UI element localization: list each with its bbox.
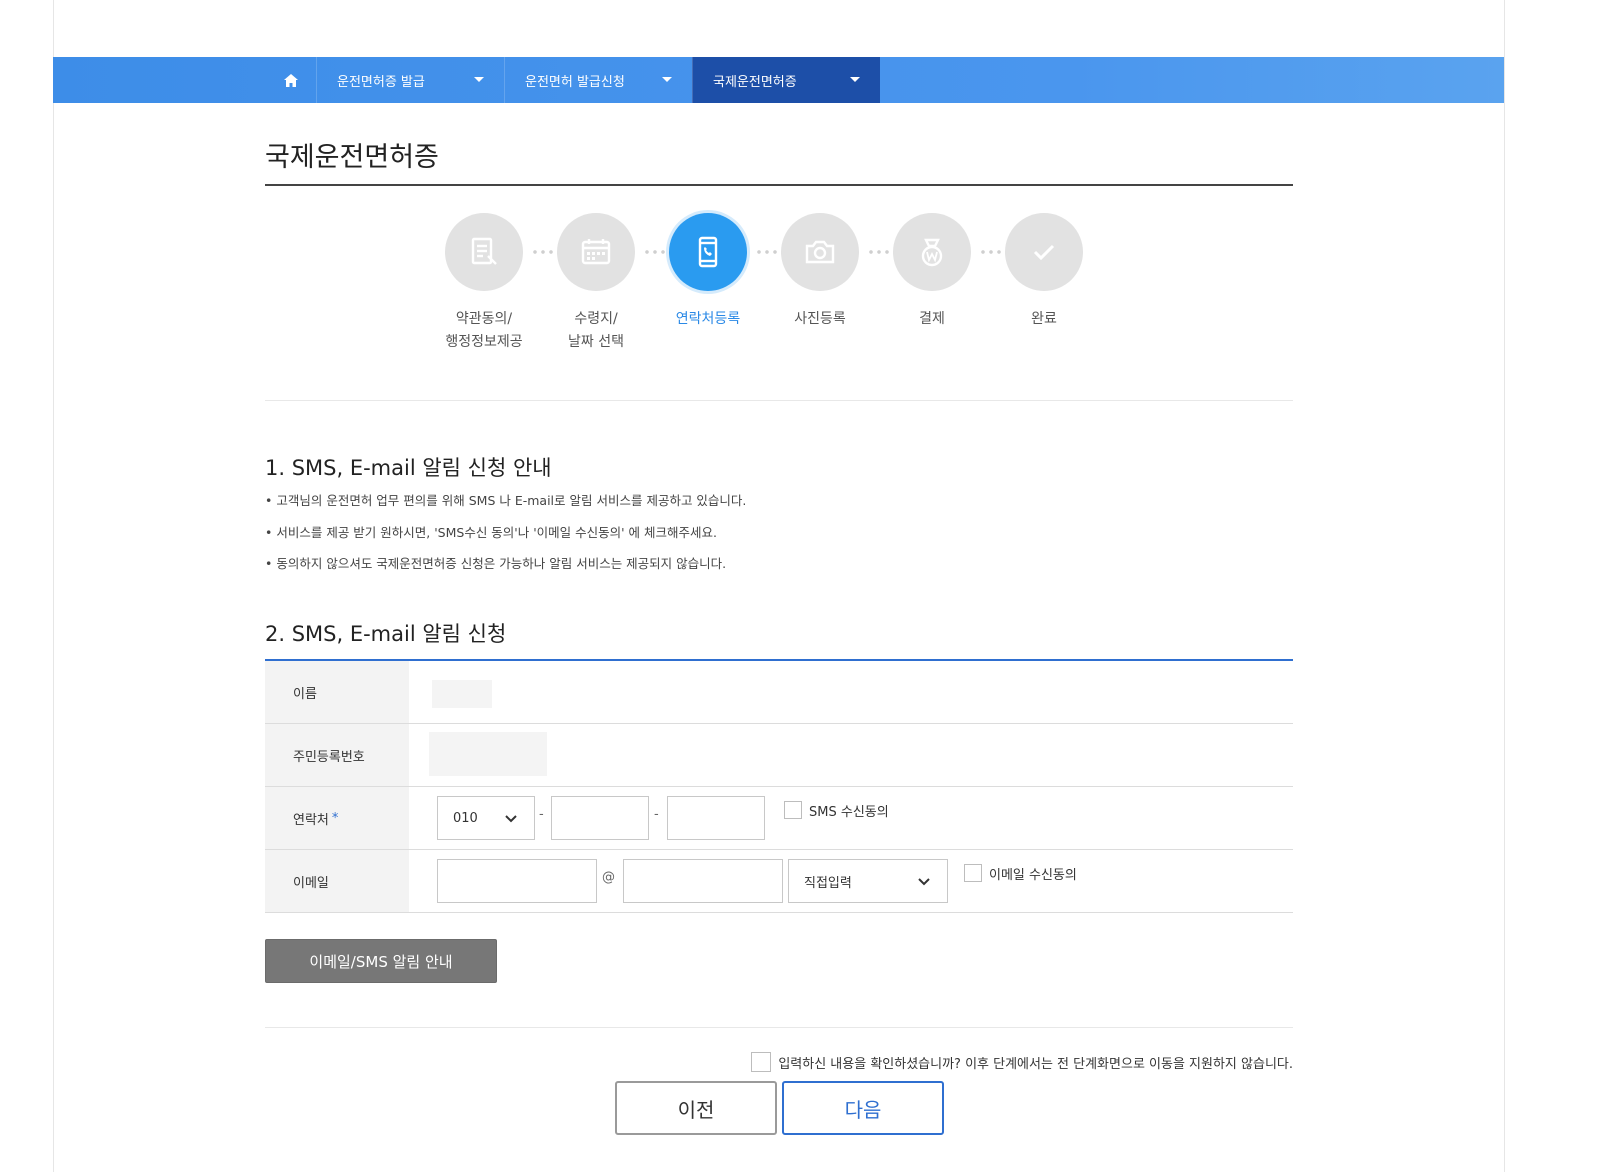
rrn-value-masked <box>429 732 547 776</box>
email-consent-checkbox[interactable]: 이메일 수신동의 <box>964 864 1077 883</box>
chevron-down-icon <box>505 815 517 823</box>
step-payment: 결제 <box>877 213 987 331</box>
step-label: 결제 <box>919 311 945 327</box>
email-id-input[interactable] <box>437 859 597 903</box>
step-pickup: 수령지/날짜 선택 <box>541 213 651 354</box>
nav-item-issue-application[interactable]: 운전면허 발급신청 <box>504 57 692 103</box>
at-sign: @ <box>602 870 615 885</box>
dash-separator: - <box>539 807 544 822</box>
step-complete: 완료 <box>989 213 1099 331</box>
caret-down-icon <box>850 77 860 82</box>
nav-item-license-issue[interactable]: 운전면허증 발급 <box>316 57 504 103</box>
step-circle <box>893 213 971 291</box>
notification-form-table: 이름 주민등록번호 연락처 * 010 - - SMS 수신동의 이메일 @ 직… <box>265 659 1293 913</box>
table-row-name: 이름 <box>265 661 1293 724</box>
step-terms: 약관동의/행정정보제공 <box>429 213 539 354</box>
title-divider <box>265 184 1293 186</box>
section-title-application: 2. SMS, E-mail 알림 신청 <box>265 622 507 646</box>
step-label: 연락처등록 <box>675 311 741 327</box>
required-mark: * <box>331 810 339 826</box>
nav-item-international-license[interactable]: 국제운전면허증 <box>692 57 880 103</box>
phone-middle-input[interactable] <box>551 796 649 840</box>
step-contact: 연락처등록 <box>653 213 763 331</box>
breadcrumb-nav: 운전면허증 발급 운전면허 발급신청 국제운전면허증 <box>53 57 1504 103</box>
phone-label: 연락처 * <box>265 787 409 849</box>
calendar-icon <box>581 239 611 265</box>
section-title-notice: 1. SMS, E-mail 알림 신청 안내 <box>265 456 552 480</box>
checkbox-box[interactable] <box>784 801 802 819</box>
caret-down-icon <box>662 77 672 82</box>
payment-icon <box>921 238 943 267</box>
confirm-label: 입력하신 내용을 확인하셨습니까? 이후 단계에서는 전 단계화면으로 이동을 … <box>778 1056 1293 1072</box>
email-sms-guide-button[interactable]: 이메일/SMS 알림 안내 <box>265 939 497 983</box>
sms-consent-checkbox[interactable]: SMS 수신동의 <box>784 801 889 820</box>
sms-consent-label: SMS 수신동의 <box>809 805 889 820</box>
step-photo: 사진등록 <box>765 213 875 331</box>
checkbox-box[interactable] <box>751 1052 772 1072</box>
email-label: 이메일 <box>265 850 409 912</box>
step-circle <box>781 213 859 291</box>
step-label: 사진등록 <box>794 311 846 327</box>
step-circle <box>445 213 523 291</box>
footer-divider <box>265 1027 1293 1028</box>
phone-prefix-select[interactable]: 010 <box>437 796 535 840</box>
chevron-down-icon <box>918 878 930 886</box>
confirm-checkbox[interactable]: 입력하신 내용을 확인하셨습니까? 이후 단계에서는 전 단계화면으로 이동을 … <box>751 1052 1293 1072</box>
step-label: 완료 <box>1031 311 1057 327</box>
home-button[interactable] <box>266 57 316 103</box>
step-circle <box>1005 213 1083 291</box>
table-row-email: 이메일 @ 직접입력 이메일 수신동의 <box>265 850 1293 913</box>
page-title: 국제운전면허증 <box>265 142 439 173</box>
step-circle-active <box>669 213 747 291</box>
table-row-phone: 연락처 * 010 - - SMS 수신동의 <box>265 787 1293 850</box>
rrn-label: 주민등록번호 <box>265 724 409 786</box>
prev-button[interactable]: 이전 <box>615 1081 777 1135</box>
nav-item-label: 운전면허 발급신청 <box>525 74 625 90</box>
progress-stepper: 약관동의/행정정보제공 수령지/날짜 선택 연락처등록 사진등록 결제 완료 <box>445 213 1110 363</box>
page-frame-right <box>1504 0 1505 1172</box>
nav-item-label: 운전면허증 발급 <box>337 74 425 90</box>
document-icon <box>471 237 497 265</box>
table-row-rrn: 주민등록번호 <box>265 724 1293 787</box>
name-label: 이름 <box>265 661 409 723</box>
section-divider <box>265 400 1293 401</box>
step-label: 약관동의/행정정보제공 <box>445 311 523 350</box>
step-label: 수령지/날짜 선택 <box>568 311 624 350</box>
next-button[interactable]: 다음 <box>782 1081 944 1135</box>
name-value-masked <box>432 680 492 708</box>
phone-icon <box>698 236 718 268</box>
notice-list: 고객님의 운전면허 업무 편의를 위해 SMS 나 E-mail로 알림 서비스… <box>265 492 746 587</box>
step-circle <box>557 213 635 291</box>
page-frame-left <box>53 0 54 1172</box>
caret-down-icon <box>474 77 484 82</box>
camera-icon <box>805 240 835 264</box>
home-icon <box>284 73 298 87</box>
checkbox-box[interactable] <box>964 864 982 882</box>
email-consent-label: 이메일 수신동의 <box>989 868 1077 883</box>
list-item: 동의하지 않으셔도 국제운전면허증 신청은 가능하나 알림 서비스는 제공되지 … <box>265 555 746 587</box>
email-domain-select[interactable]: 직접입력 <box>788 859 948 903</box>
dash-separator: - <box>654 807 659 822</box>
check-icon <box>1033 244 1055 261</box>
phone-last-input[interactable] <box>667 796 765 840</box>
email-domain-input[interactable] <box>623 859 783 903</box>
list-item: 고객님의 운전면허 업무 편의를 위해 SMS 나 E-mail로 알림 서비스… <box>265 492 746 524</box>
list-item: 서비스를 제공 받기 원하시면, 'SMS수신 동의'나 '이메일 수신동의' … <box>265 524 746 556</box>
nav-item-label: 국제운전면허증 <box>713 74 797 90</box>
